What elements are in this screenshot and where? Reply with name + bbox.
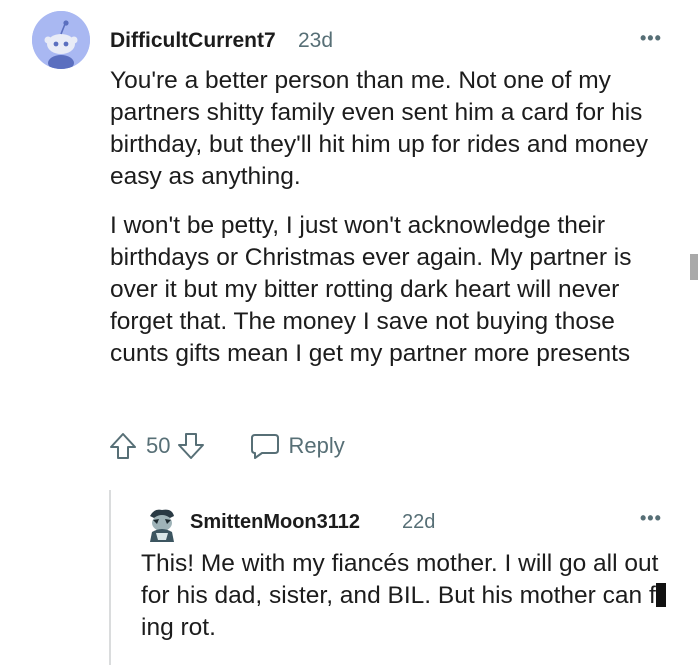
more-options-icon[interactable]: ••• <box>640 508 662 529</box>
thread-line[interactable] <box>109 490 111 665</box>
reply-button[interactable]: Reply <box>250 432 345 460</box>
reply-timestamp: 22d <box>402 511 436 533</box>
reply-username[interactable]: SmittenMoon3112 <box>190 511 360 534</box>
comment-username[interactable]: DifficultCurrent7 <box>110 29 276 53</box>
speech-bubble-icon <box>251 434 280 459</box>
comment-timestamp: 23d <box>298 29 334 52</box>
reply-text-start: This! Me with my fiancés mother. I will … <box>141 550 659 609</box>
arrow-down-icon[interactable] <box>176 431 206 461</box>
user-avatar-icon[interactable] <box>144 506 180 542</box>
redaction-block <box>655 583 666 607</box>
reddit-snoo-avatar-icon[interactable] <box>32 11 90 69</box>
vote-count: 50 <box>146 433 171 458</box>
comment-paragraph: You're a better person than me. Not one … <box>110 67 649 190</box>
comment-paragraph: I won't be petty, I just won't acknowled… <box>110 212 632 367</box>
reply-label: Reply <box>288 433 345 458</box>
reply-body: This! Me with my fiancés mother. I will … <box>141 548 681 644</box>
reply-text-end: ing rot. <box>141 614 216 641</box>
scrollbar-thumb[interactable] <box>690 254 698 280</box>
comment-body: You're a better person than me. Not one … <box>110 65 680 387</box>
arrow-up-icon[interactable] <box>108 431 138 461</box>
more-options-icon[interactable]: ••• <box>640 28 662 49</box>
comment-action-bar: 50 Reply <box>108 428 345 464</box>
